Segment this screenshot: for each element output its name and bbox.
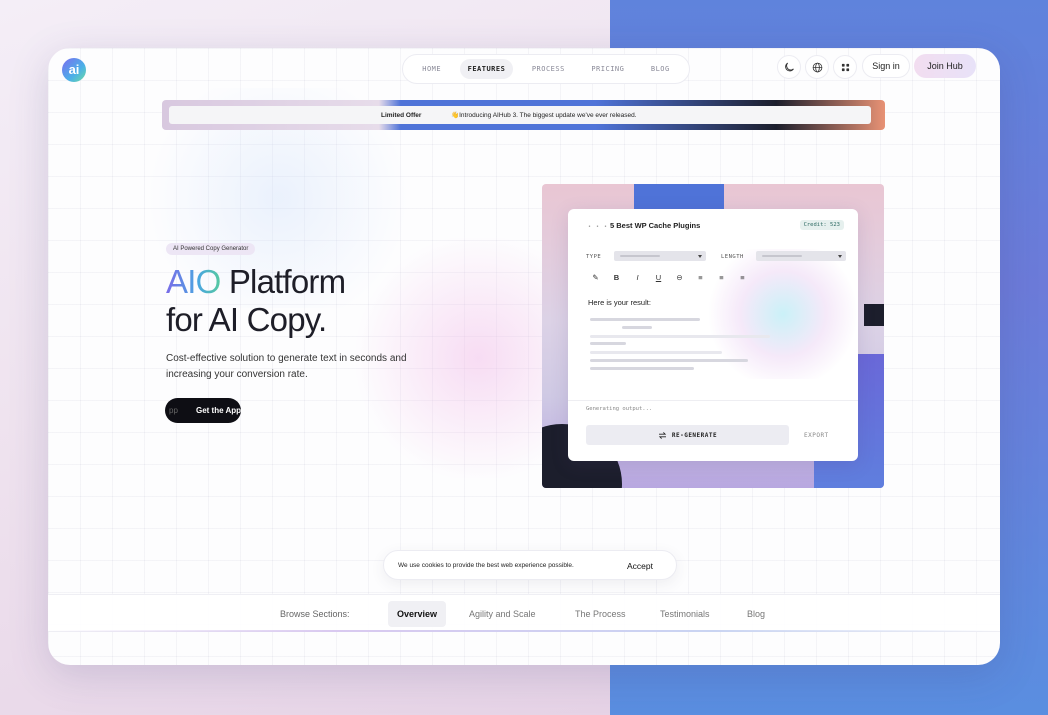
text-placeholder-line <box>590 342 626 345</box>
get-app-button[interactable]: pp Get the App <box>165 398 241 423</box>
pen-icon[interactable]: ✎ <box>588 271 603 284</box>
regenerate-icon <box>658 431 667 439</box>
hero-title-line2: for AI Copy. <box>166 301 327 338</box>
link-icon[interactable]: ⊖ <box>672 271 687 284</box>
regenerate-label: RE-GENERATE <box>671 431 718 439</box>
theme-toggle-button[interactable] <box>777 55 801 79</box>
main-nav: HOME FEATURES PROCESS PRICING BLOG <box>402 54 690 84</box>
regenerate-button[interactable]: RE-GENERATE <box>586 425 789 445</box>
align-right-icon[interactable]: ≡ <box>735 271 750 284</box>
moon-icon <box>784 62 794 71</box>
nav-process[interactable]: PROCESS <box>524 59 573 79</box>
browse-label: Browse Sections: <box>280 609 350 619</box>
cookie-banner: We use cookies to provide the best web e… <box>383 550 677 580</box>
accept-cookies-button[interactable]: Accept <box>627 561 653 571</box>
underline-icon[interactable]: U <box>651 271 666 284</box>
editor-mockup: • • • • 5 Best WP Cache Plugins Credit: … <box>542 184 884 488</box>
text-placeholder-line <box>590 367 694 370</box>
generating-status: Generating output... <box>586 406 653 412</box>
globe-icon <box>812 62 822 72</box>
nav-pricing[interactable]: PRICING <box>583 59 632 79</box>
tab-testimonials[interactable]: Testimonials <box>651 601 719 627</box>
text-placeholder-line <box>590 351 722 354</box>
length-select[interactable] <box>756 251 846 261</box>
format-toolbar: ✎ B I U ⊖ ≡ ≡ ≡ <box>588 271 750 284</box>
grid-icon <box>841 63 849 71</box>
select-placeholder <box>762 255 802 257</box>
text-placeholder-line <box>590 359 748 362</box>
join-hub-button[interactable]: Join Hub <box>914 54 976 78</box>
cta-label: Get the App <box>196 406 241 415</box>
tab-the-process[interactable]: The Process <box>566 601 635 627</box>
nav-home[interactable]: HOME <box>414 59 449 79</box>
browse-sections-bar: Browse Sections: Overview Agility and Sc… <box>48 594 1000 632</box>
hero-title-accent: AIO <box>166 263 221 300</box>
document-title: 5 Best WP Cache Plugins <box>610 221 701 230</box>
text-placeholder-line <box>590 335 770 338</box>
text-placeholder-line <box>590 318 700 321</box>
align-left-icon[interactable]: ≡ <box>693 271 708 284</box>
editor-card: • • • • 5 Best WP Cache Plugins Credit: … <box>568 209 858 461</box>
logo[interactable]: ai <box>62 58 86 82</box>
tab-overview[interactable]: Overview <box>388 601 447 627</box>
browser-window: ai HOME FEATURES PROCESS PRICING BLOG Si… <box>48 48 1000 665</box>
type-label: TYPE <box>586 254 602 260</box>
hero-title-rest: Platform <box>220 263 346 300</box>
export-button[interactable]: EXPORT <box>804 432 829 439</box>
apps-button[interactable] <box>833 55 857 79</box>
announcement-text: 👋Introducing AIHub 3. The biggest update… <box>451 112 637 119</box>
announcement-bar[interactable]: Limited Offer 👋Introducing AIHub 3. The … <box>162 100 885 130</box>
sign-in-button[interactable]: Sign in <box>862 54 910 78</box>
result-label: Here is your result: <box>588 298 651 307</box>
length-label: LENGTH <box>721 254 744 260</box>
align-center-icon[interactable]: ≡ <box>714 271 729 284</box>
italic-icon[interactable]: I <box>630 271 645 284</box>
decorative-shape <box>864 304 884 326</box>
announcement-label: Limited Offer <box>381 111 422 119</box>
select-placeholder <box>620 255 660 257</box>
tab-agility-and-scale[interactable]: Agility and Scale <box>460 601 545 627</box>
tab-blog[interactable]: Blog <box>738 601 774 627</box>
hero-subtitle: Cost-effective solution to generate text… <box>166 353 407 380</box>
hero-badge: AI Powered Copy Generator <box>166 243 256 255</box>
nav-blog[interactable]: BLOG <box>643 59 678 79</box>
language-button[interactable] <box>805 55 829 79</box>
type-select[interactable] <box>614 251 706 261</box>
cookie-message: We use cookies to provide the best web e… <box>398 562 574 569</box>
nav-features[interactable]: FEATURES <box>459 59 514 79</box>
text-placeholder-line <box>622 326 652 329</box>
section-underline <box>48 630 1000 632</box>
cta-ghost-text: pp <box>169 406 178 415</box>
announcement-inner: Limited Offer 👋Introducing AIHub 3. The … <box>169 106 871 124</box>
credit-badge: Credit: 523 <box>799 220 844 230</box>
card-divider <box>568 400 858 401</box>
hero-title-line1: AIO Platform <box>166 263 346 301</box>
bold-icon[interactable]: B <box>609 271 624 284</box>
